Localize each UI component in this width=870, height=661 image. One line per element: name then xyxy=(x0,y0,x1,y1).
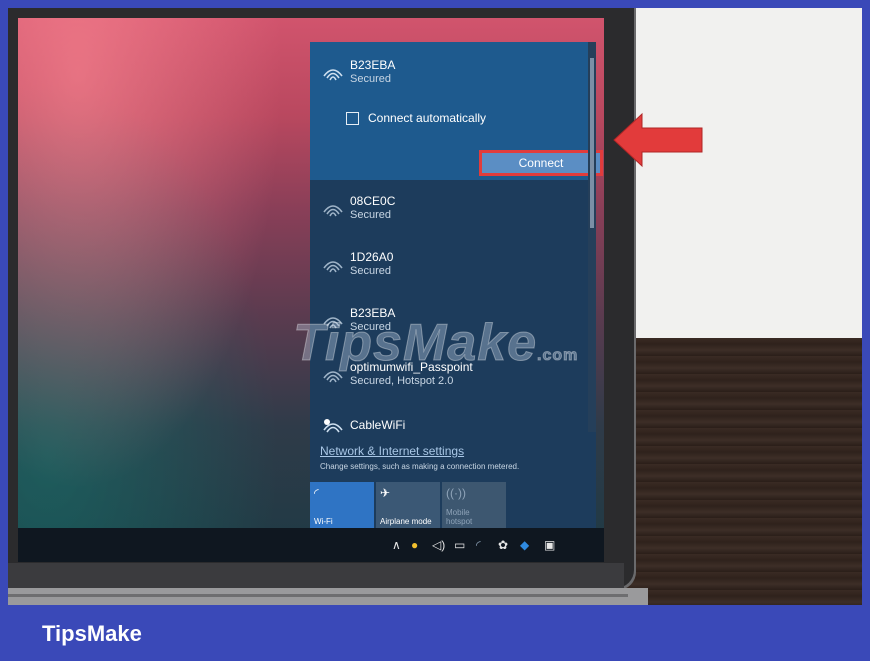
dropbox-icon[interactable]: ◆ xyxy=(520,538,529,552)
watermark-text: TipsMake xyxy=(292,314,538,373)
app-icon[interactable]: ● xyxy=(411,538,418,552)
connect-button[interactable]: Connect xyxy=(479,150,603,176)
hotspot-icon: ((·)) xyxy=(446,486,466,500)
laptop-screen: B23EBA Secured Connect automatically Con… xyxy=(18,18,604,562)
red-arrow-indicator xyxy=(613,112,703,168)
background-wall xyxy=(608,8,862,338)
laptop-lower-bezel xyxy=(8,563,624,588)
settings-icon[interactable]: ✿ xyxy=(498,538,508,552)
wifi-flyout: B23EBA Secured Connect automatically Con… xyxy=(310,42,603,530)
chevron-up-icon[interactable]: ∧ xyxy=(392,538,401,552)
connect-automatically-label: Connect automatically xyxy=(368,111,487,125)
hotspot-tile-label: Mobile hotspot xyxy=(446,508,473,526)
network-status: Secured xyxy=(350,73,391,85)
wifi-icon: ◜ xyxy=(314,486,319,500)
wifi-secured-icon xyxy=(323,261,343,273)
network-status: Secured, Hotspot 2.0 xyxy=(350,375,454,387)
tipsmake-watermark: TipsMake.com xyxy=(292,313,579,373)
network-ssid: B23EBA xyxy=(350,58,396,72)
airplane-tile-label: Airplane mode xyxy=(380,517,432,526)
laptop-hinge-line xyxy=(8,594,628,597)
watermark-suffix: .com xyxy=(537,347,579,365)
brand-logo: TipsMake xyxy=(42,621,142,646)
battery-icon[interactable]: ▭ xyxy=(454,538,465,552)
network-status: Secured xyxy=(350,209,391,221)
volume-icon[interactable]: ◁) xyxy=(432,538,445,552)
network-settings-link[interactable]: Network & Internet settings xyxy=(320,444,464,458)
network-ssid: CableWiFi xyxy=(350,418,406,432)
wifi-tile-label: Wi-Fi xyxy=(314,517,333,526)
airplane-mode-tile[interactable]: ✈ Airplane mode xyxy=(376,482,440,530)
wifi-toggle-tile[interactable]: ◜ Wi-Fi xyxy=(310,482,374,530)
notification-icon[interactable]: ▣ xyxy=(544,538,555,552)
network-ssid: 1D26A0 xyxy=(350,250,394,264)
wooden-desk xyxy=(608,338,862,605)
desktop-wallpaper xyxy=(18,18,318,562)
scrollbar-thumb[interactable] xyxy=(590,58,594,228)
taskbar: ∧ ● ◁) ▭ ◜ ✿ ◆ ▣ xyxy=(18,528,604,562)
checkbox-box[interactable] xyxy=(346,112,359,125)
network-status: Secured xyxy=(350,265,391,277)
mobile-hotspot-tile[interactable]: ((·)) Mobile hotspot xyxy=(442,482,506,530)
network-ssid: 08CE0C xyxy=(350,194,396,208)
wifi-secured-icon xyxy=(323,205,343,217)
photo-frame: B23EBA Secured Connect automatically Con… xyxy=(8,8,862,605)
network-settings-description: Change settings, such as making a connec… xyxy=(320,462,520,471)
network-icon[interactable]: ◜ xyxy=(476,538,481,552)
airplane-icon: ✈ xyxy=(380,486,391,500)
wifi-secured-icon xyxy=(323,69,343,81)
wifi-open-icon xyxy=(323,419,343,433)
